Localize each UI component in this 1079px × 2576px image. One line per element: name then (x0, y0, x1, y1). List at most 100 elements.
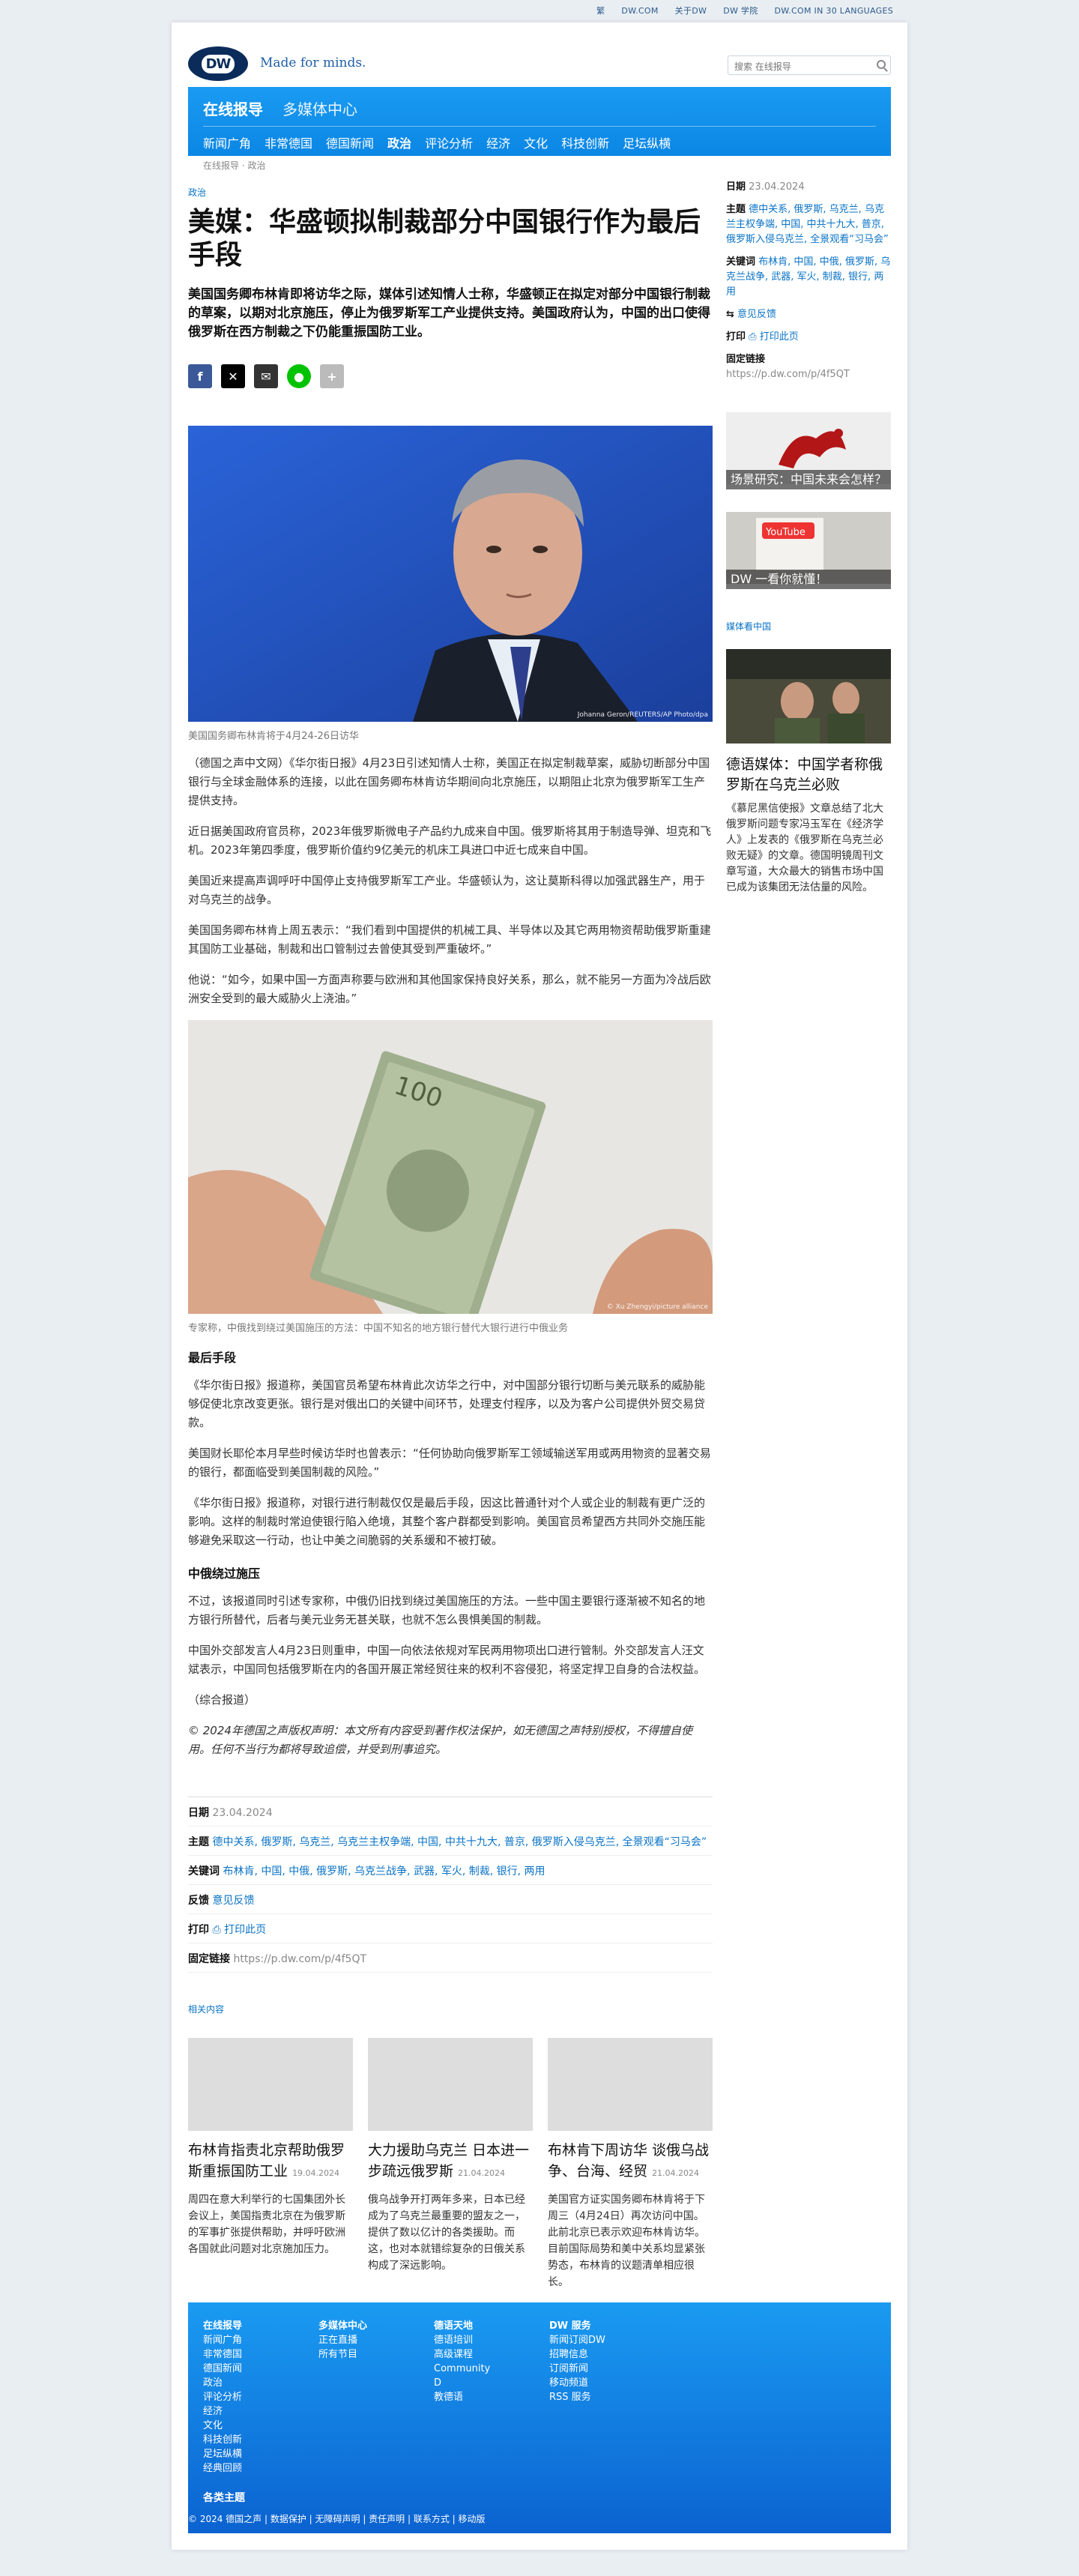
footer-legal[interactable]: © 2024 德国之声 | 数据保护 | 无障碍声明 | 责任声明 | 联系方式… (188, 2512, 486, 2525)
permalink-value[interactable]: https://p.dw.com/p/4f5QT (233, 1953, 366, 1965)
meta-print: 打印 ⎙ 打印此页 (188, 1922, 713, 1943)
article-meta: 日期 23.04.2024 主题 德中关系, 俄罗斯, 乌克兰, 乌克兰主权争端… (188, 1797, 713, 1973)
youtube-icon[interactable]: DW 一看你就懂！ (726, 570, 891, 589)
sidebar-feedback: ⇆ 意见反馈 (726, 307, 891, 322)
nav-item-economy[interactable]: 经济 (486, 133, 510, 151)
paragraph: 《华尔街日报》报道称，对银行进行制裁仅仅是最后手段，因这比普通针对个人或企业的制… (188, 1496, 706, 1547)
line-icon[interactable]: ● (287, 364, 311, 388)
article-lead: 美国国务卿布林肯即将访华之际，媒体引述知情人士称，华盛顿正在拟定对部分中国银行制… (188, 287, 710, 340)
article: 政治 美媒：华盛顿拟制裁部分中国银行作为最后手段 美国国务卿布林肯即将访华之际，… (188, 180, 713, 2290)
search-input[interactable]: 搜索 在线报导 (728, 55, 891, 75)
sidebar-section-heading: 媒体看中国 (726, 621, 772, 632)
nav-item-politics[interactable]: 政治 (387, 133, 411, 151)
article-headline: 美媒：华盛顿拟制裁部分中国银行作为最后手段 (188, 207, 701, 271)
related-card[interactable]: 大力援助乌克兰 日本进一步疏远俄罗斯 21.04.2024 俄乌战争开打两年多来… (368, 2038, 533, 2290)
figure-blinken: Johanna Geron/REUTERS/AP Photo/dpa 美国国务卿… (188, 426, 713, 742)
nav-item-science[interactable]: 科技创新 (561, 133, 609, 151)
tagline: Made for minds. (260, 55, 366, 70)
page-card: DW Made for minds. 搜索 在线报导 在线报导 多媒体中心 新闻… (172, 22, 907, 2550)
paragraph: 《华尔街日报》报道称，美国官员希望布林肯此次访华之行中，对中国部分银行切断与美元… (188, 1378, 706, 1429)
promo-dw-explainer[interactable]: YouTube DW 一看你就懂！ (726, 512, 891, 589)
paragraph: 美国近来提高声调呼吁中国停止支持俄罗斯军工产业。华盛顿认为，这让莫斯科得以加强武… (188, 874, 706, 906)
sidebar-story-text: 《慕尼黑信使报》文章总结了北大俄罗斯问题专家冯玉军在《经济学人》上发表的《俄罗斯… (726, 803, 883, 893)
topic-links[interactable]: 德中关系, 俄罗斯, 乌克兰, 乌克兰主权争端, 中国, 中共十九大, 普京, … (212, 1836, 707, 1848)
nav-item-germany[interactable]: 非常德国 (265, 133, 312, 151)
sidebar-keywords: 关键词 布林肯, 中国, 中俄, 俄罗斯, 乌克兰战争, 武器, 军火, 制裁,… (726, 256, 891, 298)
sidebar-story-title[interactable]: 德语媒体：中国学者称俄罗斯在乌克兰必败 (726, 755, 891, 795)
search-icon[interactable] (877, 60, 886, 69)
feedback-link[interactable]: 意见反馈 (212, 1895, 254, 1907)
print-icon[interactable]: ⎙ (749, 331, 756, 343)
facebook-icon[interactable]: f (188, 364, 212, 388)
footer-topics-link[interactable]: 各类主题 (203, 2490, 245, 2505)
topbar-link-about[interactable]: 关于DW (675, 4, 707, 16)
meta-feedback: 反馈 意见反馈 (188, 1892, 713, 1914)
related-title[interactable]: 布林肯下周访华 谈俄乌战争、台海、经贸 21.04.2024 (548, 2140, 713, 2184)
breadcrumb[interactable]: 在线报导 · 政治 (203, 159, 265, 172)
related-title[interactable]: 大力援助乌克兰 日本进一步疏远俄罗斯 21.04.2024 (368, 2140, 533, 2184)
image-caption: 专家称，中俄找到绕过美国施压的方法：中国不知名的地方银行替代大银行进行中俄业务 (188, 1323, 569, 1334)
meta-permalink: 固定链接 https://p.dw.com/p/4f5QT (188, 1951, 713, 1973)
paragraph: 近日据美国政府官员称，2023年俄罗斯微电子产品约九成来自中国。俄罗斯将其用于制… (188, 824, 712, 857)
nav-brand[interactable]: 在线报导 (203, 97, 263, 119)
related-card[interactable]: 布林肯指责北京帮助俄罗斯重振国防工业 19.04.2024 周四在意大利举行的七… (188, 2038, 353, 2290)
sidebar-print-link[interactable]: 打印此页 (760, 331, 799, 343)
dw-logo[interactable]: DW (188, 46, 248, 81)
top-utility-bar: 繁 DW.COM 关于DW DW 学院 DW.COM IN 30 LANGUAG… (0, 0, 1079, 21)
image-caption: 美国国务卿布林肯将于4月24-26日访华 (188, 731, 360, 742)
keyword-links[interactable]: 布林肯, 中国, 中俄, 俄罗斯, 乌克兰战争, 武器, 军火, 制裁, 银行,… (223, 1865, 545, 1877)
nav-multimedia[interactable]: 多媒体中心 (282, 97, 357, 119)
related-image[interactable] (188, 2038, 353, 2131)
nav-item-commentary[interactable]: 评论分析 (425, 133, 473, 151)
image-credit: Johanna Geron/REUTERS/AP Photo/dpa (577, 711, 708, 719)
nav-item-culture[interactable]: 文化 (524, 133, 548, 151)
sidebar-topic-links[interactable]: 德中关系, 俄罗斯, 乌克兰, 乌克兰主权争端, 中国, 中共十九大, 普京, … (726, 204, 889, 245)
print-link[interactable]: 打印此页 (224, 1924, 266, 1936)
blinken-illustration (188, 426, 713, 722)
related-text: 周四在意大利举行的七国集团外长会议上，美国指责北京在为俄罗斯的军事扩张提供帮助，… (188, 2194, 345, 2255)
section-tag[interactable]: 政治 (188, 186, 713, 199)
nav-item-football[interactable]: 足坛纵横 (623, 133, 671, 151)
nav-item-news[interactable]: 新闻广角 (203, 133, 251, 151)
sidebar-permalink: 固定链接 https://p.dw.com/p/4f5QT (726, 354, 850, 380)
copyright-notice: © 2024年德国之声版权声明：本文所有内容受到著作权法保护，如无德国之声特别授… (188, 1724, 692, 1756)
subhead: 中俄绕过施压 (188, 1566, 261, 1581)
nav-item-german-news[interactable]: 德国新闻 (326, 133, 374, 151)
related-heading: 相关内容 (188, 2004, 225, 2015)
related-text: 美国官方证实国务卿布林肯将于下周三（4月24日）再次访问中国。此前北京已表示欢迎… (548, 2194, 705, 2288)
site-header: DW Made for minds. 搜索 在线报导 (188, 36, 891, 90)
promo-future-china[interactable]: 场景研究：中国未来会怎样？ (726, 412, 891, 489)
sidebar-topics: 主题 德中关系, 俄罗斯, 乌克兰, 乌克兰主权争端, 中国, 中共十九大, 普… (726, 204, 889, 245)
money-photo: 100 © Xu Zhengyi/picture alliance (188, 1020, 713, 1314)
related-image[interactable] (368, 2038, 533, 2131)
paragraph: 中国外交部发言人4月23日则重申，中国一向依法依规对军民两用物项出口进行管制。外… (188, 1644, 706, 1676)
x-twitter-icon[interactable]: ✕ (221, 364, 245, 388)
related-image[interactable] (548, 2038, 713, 2131)
paragraph: 不过，该报道同时引述专家称，中俄仍旧找到绕过美国施压的方法。一些中国主要银行逐渐… (188, 1594, 706, 1626)
related-title[interactable]: 布林肯指责北京帮助俄罗斯重振国防工业 19.04.2024 (188, 2140, 353, 2184)
paragraph: 他说：“如今，如果中国一方面声称要与欧洲和其他国家保持良好关系，那么，就不能另一… (188, 973, 711, 1005)
svg-text:YouTube: YouTube (765, 527, 806, 538)
feedback-icon: ⇆ (726, 309, 734, 320)
related-card[interactable]: 布林肯下周访华 谈俄乌战争、台海、经贸 21.04.2024 美国官方证实国务卿… (548, 2038, 713, 2290)
nav-items: 新闻广角 非常德国 德国新闻 政治 评论分析 经济 文化 科技创新 足坛纵横 (203, 133, 671, 151)
share-bar: f ✕ ✉ ● + (188, 364, 713, 388)
sidebar-story-image[interactable] (726, 649, 891, 743)
meta-keywords: 关键词 布林肯, 中国, 中俄, 俄罗斯, 乌克兰战争, 武器, 军火, 制裁,… (188, 1863, 713, 1885)
topbar-link-academy[interactable]: DW 学院 (723, 4, 758, 16)
more-share-icon[interactable]: + (320, 364, 344, 388)
money-illustration: 100 (188, 1020, 713, 1314)
paragraph: 美国国务卿布林肯上周五表示：“我们看到中国提供的机械工具、半导体以及其它两用物资… (188, 923, 711, 956)
sidebar: 日期 23.04.2024 主题 德中关系, 俄罗斯, 乌克兰, 乌克兰主权争端… (726, 180, 891, 896)
topbar-link-languages[interactable]: DW.COM IN 30 LANGUAGES (775, 6, 893, 16)
blinken-photo: Johanna Geron/REUTERS/AP Photo/dpa (188, 426, 713, 722)
topbar-link-traditional[interactable]: 繁 (596, 4, 605, 16)
sidebar-date: 日期 23.04.2024 (726, 181, 805, 193)
topbar-link-dwcom[interactable]: DW.COM (621, 6, 658, 16)
footer-col-german: 德语天地 德语培训 高级课程 Community D 教德语 (434, 2320, 491, 2403)
email-icon[interactable]: ✉ (254, 364, 278, 388)
sidebar-feedback-link[interactable]: 意见反馈 (737, 309, 776, 320)
search-placeholder: 搜索 在线报导 (734, 61, 791, 72)
print-icon[interactable]: ⎙ (212, 1924, 220, 1936)
figure-money: 100 © Xu Zhengyi/picture alliance 专家称，中俄… (188, 1020, 713, 1334)
